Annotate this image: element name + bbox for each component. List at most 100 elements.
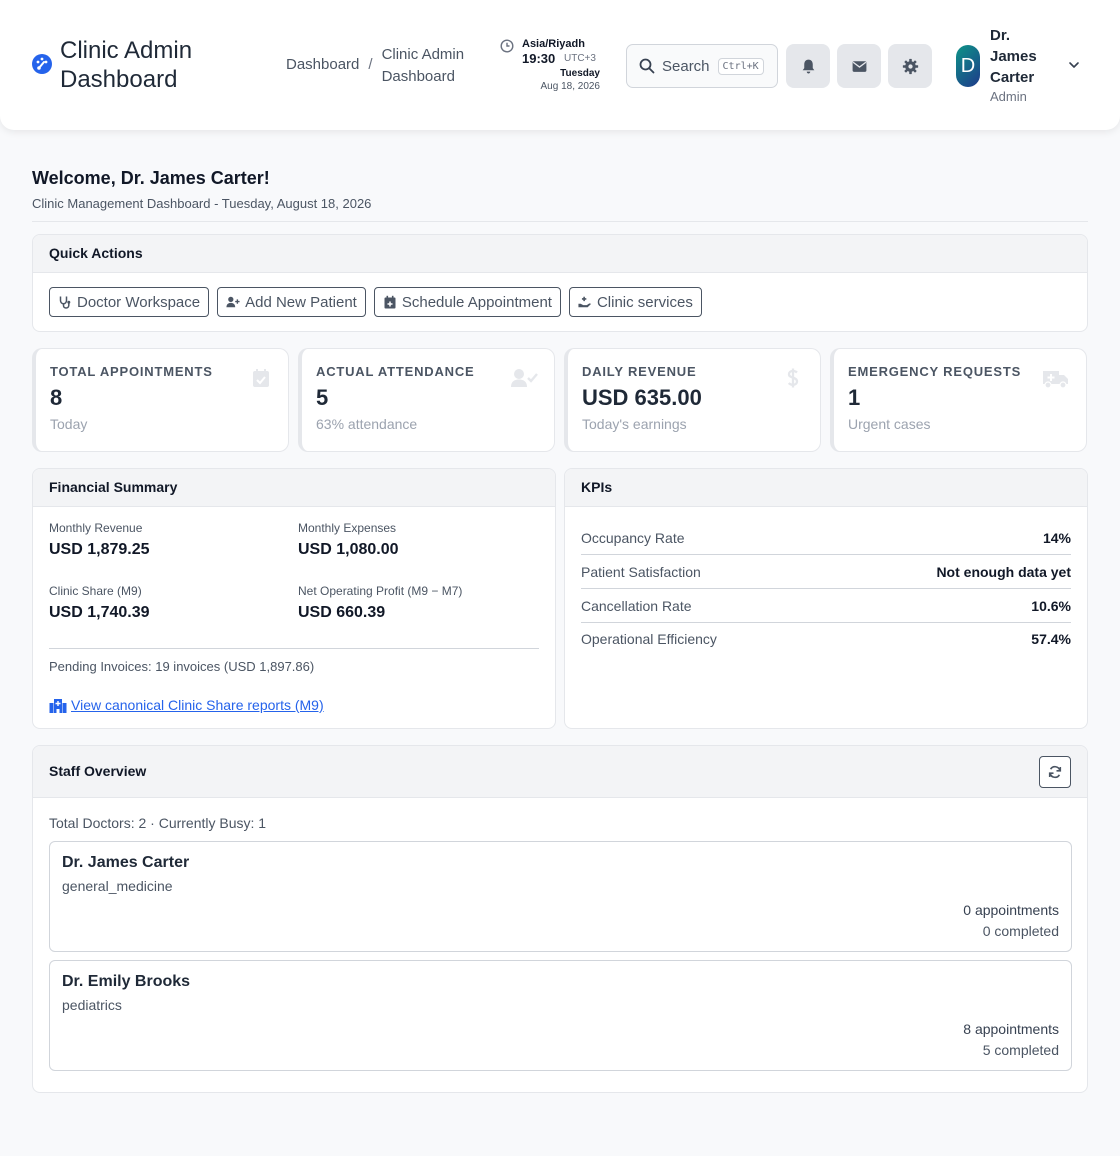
stat-label: ACTUAL ATTENDANCE bbox=[316, 364, 475, 379]
fin-monthly-revenue: Monthly Revenue USD 1,879.25 bbox=[49, 521, 289, 559]
user-check-icon bbox=[511, 369, 538, 387]
kpi-row-operational-efficiency: Operational Efficiency 57.4% bbox=[581, 622, 1071, 656]
refresh-button[interactable] bbox=[1039, 756, 1071, 788]
settings-button[interactable] bbox=[888, 44, 932, 88]
kpi-row-occupancy-rate: Occupancy Rate 14% bbox=[581, 521, 1071, 555]
stat-note: 63% attendance bbox=[316, 416, 418, 432]
kpi-name: Occupancy Rate bbox=[581, 529, 685, 546]
doctor-workspace-label: Doctor Workspace bbox=[77, 293, 201, 311]
bell-icon bbox=[802, 59, 814, 74]
brand[interactable]: Clinic Admin Dashboard bbox=[31, 36, 230, 94]
stat-value: 1 bbox=[848, 385, 861, 410]
kpi-value: 57.4% bbox=[1031, 631, 1071, 647]
clock-utc-offset: UTC+3 bbox=[564, 53, 596, 64]
stat-card-total-appointments[interactable]: TOTAL APPOINTMENTS 8 Today bbox=[32, 348, 289, 452]
doctor-specialty: general_medicine bbox=[62, 878, 173, 894]
stat-value: 5 bbox=[316, 385, 329, 410]
fin-monthly-expenses: Monthly Expenses USD 1,080.00 bbox=[298, 521, 538, 559]
fin-label: Net Operating Profit (M9 − M7) bbox=[298, 584, 463, 598]
kpi-value: 14% bbox=[1042, 529, 1071, 546]
hand-holding-medical-icon bbox=[578, 296, 592, 308]
chevron-down-icon[interactable] bbox=[1067, 58, 1081, 72]
pending-invoices: Pending Invoices: 19 invoices (USD 1,897… bbox=[49, 659, 315, 674]
fin-net-operating-profit: Net Operating Profit (M9 − M7) USD 660.3… bbox=[298, 584, 538, 622]
kpi-row-patient-satisfaction: Patient Satisfaction Not enough data yet bbox=[581, 555, 1071, 589]
stethoscope-icon bbox=[59, 296, 71, 309]
clinic-share-reports-link[interactable]: View canonical Clinic Share reports (M9) bbox=[49, 697, 324, 713]
fin-value: USD 1,740.39 bbox=[49, 604, 150, 621]
schedule-appointment-label: Schedule Appointment bbox=[401, 293, 552, 311]
stat-label: EMERGENCY REQUESTS bbox=[848, 364, 1022, 379]
messages-button[interactable] bbox=[837, 44, 881, 88]
fin-label: Monthly Revenue bbox=[49, 521, 143, 535]
breadcrumb-current: Clinic Admin Dashboard bbox=[381, 46, 465, 85]
kpis-title: KPIs bbox=[565, 469, 1087, 507]
divider bbox=[32, 221, 1088, 222]
clinic-share-reports-label: View canonical Clinic Share reports (M9) bbox=[71, 697, 324, 713]
gear-icon bbox=[902, 58, 918, 74]
staff-overview-header: Staff Overview bbox=[33, 746, 1087, 798]
doctor-workspace-button[interactable]: Doctor Workspace bbox=[49, 287, 210, 317]
doctor-card[interactable]: Dr. Emily Brooks pediatrics 8 appointmen… bbox=[49, 960, 1072, 1071]
clock-icon bbox=[500, 39, 514, 53]
fin-value: USD 1,080.00 bbox=[298, 541, 399, 558]
kpi-name: Operational Efficiency bbox=[581, 631, 717, 647]
add-new-patient-label: Add New Patient bbox=[245, 293, 357, 311]
welcome-title: Welcome, Dr. James Carter! bbox=[32, 168, 270, 188]
stat-card-emergency-requests[interactable]: EMERGENCY REQUESTS 1 Urgent cases bbox=[830, 348, 1087, 452]
brand-title: Clinic Admin Dashboard bbox=[60, 37, 193, 93]
breadcrumb: Dashboard / Clinic Admin Dashboard bbox=[286, 44, 482, 88]
doctor-appointments: 8 appointments bbox=[963, 1021, 1059, 1037]
breadcrumb-dashboard[interactable]: Dashboard bbox=[286, 56, 359, 88]
fin-label: Clinic Share (M9) bbox=[49, 584, 142, 598]
fin-value: USD 660.39 bbox=[298, 604, 386, 621]
avatar[interactable]: D bbox=[956, 45, 980, 87]
staff-summary: Total Doctors: 2 · Currently Busy: 1 bbox=[49, 815, 267, 831]
kpi-value: Not enough data yet bbox=[936, 563, 1071, 580]
kpi-name: Patient Satisfaction bbox=[581, 563, 701, 580]
stat-card-daily-revenue[interactable]: DAILY REVENUE USD 635.00 Today's earning… bbox=[564, 348, 821, 452]
user-role: Admin bbox=[990, 89, 1027, 104]
quick-actions-title: Quick Actions bbox=[33, 235, 1087, 273]
gauge-icon bbox=[32, 54, 52, 74]
stat-value: USD 635.00 bbox=[582, 385, 702, 410]
search-shortcut: Ctrl+K bbox=[717, 57, 764, 75]
search-label: Search bbox=[662, 57, 710, 75]
staff-overview-panel: Staff Overview Total Doctors: 2 · Curren… bbox=[32, 745, 1088, 1093]
stat-note: Today bbox=[50, 416, 88, 432]
doctor-appointments: 0 appointments bbox=[963, 902, 1059, 918]
financial-summary-title: Financial Summary bbox=[33, 469, 555, 507]
top-header: Clinic Admin Dashboard Dashboard / Clini… bbox=[0, 0, 1120, 130]
doctor-specialty: pediatrics bbox=[62, 997, 122, 1013]
stat-label: TOTAL APPOINTMENTS bbox=[50, 364, 213, 379]
doctor-completed: 5 completed bbox=[982, 1042, 1059, 1058]
doctor-name: Dr. James Carter bbox=[62, 854, 190, 871]
stat-card-actual-attendance[interactable]: ACTUAL ATTENDANCE 5 63% attendance bbox=[298, 348, 555, 452]
calendar-plus-icon bbox=[384, 295, 396, 309]
search-button[interactable]: Search Ctrl+K bbox=[626, 44, 778, 88]
clock-timezone: Asia/Riyadh bbox=[522, 38, 585, 50]
breadcrumb-separator: / bbox=[368, 56, 373, 73]
schedule-appointment-button[interactable]: Schedule Appointment bbox=[373, 287, 561, 317]
quick-actions-panel: Quick Actions Doctor Workspace Add New P… bbox=[32, 234, 1088, 332]
clock-day: Tuesday bbox=[560, 68, 600, 79]
doctor-card[interactable]: Dr. James Carter general_medicine 0 appo… bbox=[49, 841, 1072, 952]
ambulance-icon bbox=[1043, 371, 1068, 389]
hospital-icon bbox=[49, 698, 67, 713]
staff-overview-title: Staff Overview bbox=[49, 763, 147, 779]
clock-date: Aug 18, 2026 bbox=[540, 81, 601, 92]
refresh-icon bbox=[1048, 765, 1062, 779]
user-name[interactable]: Dr. James Carter bbox=[990, 25, 1050, 88]
search-icon bbox=[639, 58, 655, 74]
notifications-button[interactable] bbox=[786, 44, 830, 88]
clinic-services-button[interactable]: Clinic services bbox=[568, 287, 702, 317]
kpi-name: Cancellation Rate bbox=[581, 597, 692, 614]
calendar-check-icon bbox=[253, 369, 269, 387]
stat-note: Urgent cases bbox=[848, 416, 931, 432]
fin-label: Monthly Expenses bbox=[298, 521, 397, 535]
clinic-services-label: Clinic services bbox=[596, 293, 693, 311]
clock-time: 19:30 bbox=[522, 51, 556, 66]
add-new-patient-button[interactable]: Add New Patient bbox=[217, 287, 366, 317]
stat-value: 8 bbox=[50, 385, 63, 410]
financial-summary-panel: Financial Summary Monthly Revenue USD 1,… bbox=[32, 468, 556, 729]
